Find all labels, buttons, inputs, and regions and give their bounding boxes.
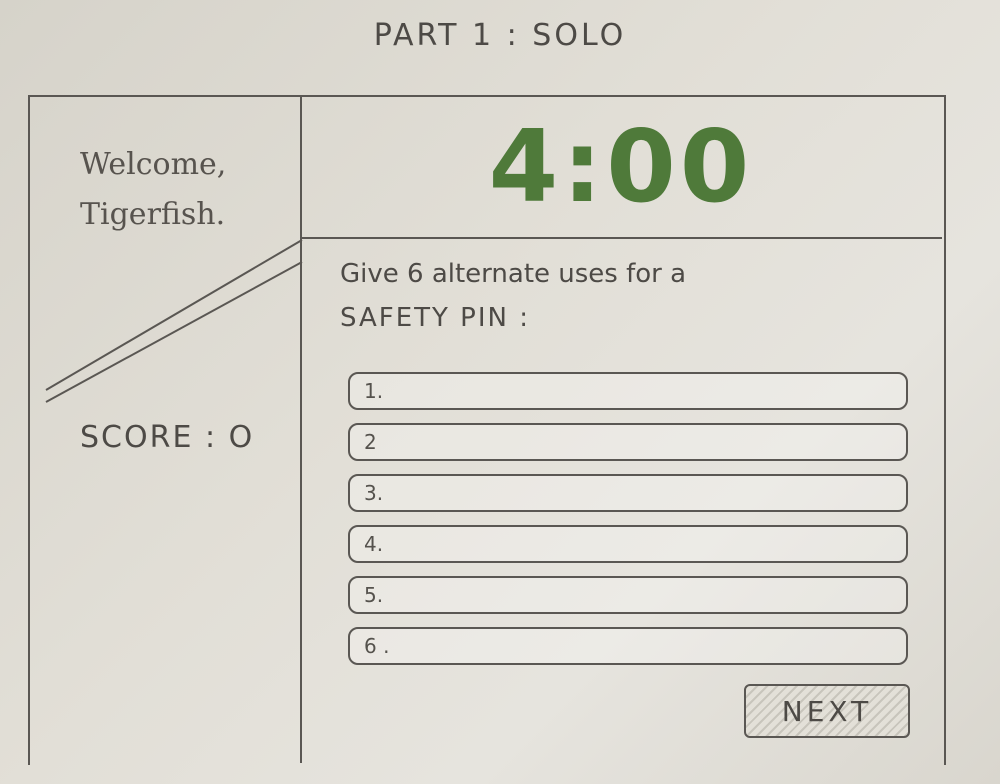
answer-field-3[interactable]: 3.: [348, 474, 908, 512]
question-prompt: Give 6 alternate uses for a SAFETY PIN :: [340, 252, 920, 340]
answer-field-6[interactable]: 6 .: [348, 627, 908, 665]
answer-label: 3.: [364, 481, 384, 505]
answer-label: 5.: [364, 583, 384, 607]
answer-label: 2: [364, 430, 377, 454]
welcome-message: Welcome, Tigerfish.: [80, 140, 290, 240]
sidebar-divider: [45, 239, 303, 403]
next-button[interactable]: NEXT: [744, 684, 910, 738]
answer-field-5[interactable]: 5.: [348, 576, 908, 614]
answer-label: 6 .: [364, 634, 390, 658]
welcome-greeting: Welcome,: [80, 147, 227, 182]
answer-field-4[interactable]: 4.: [348, 525, 908, 563]
timer-panel: 4:00: [300, 95, 942, 239]
question-text: Give 6 alternate uses for a: [340, 259, 687, 289]
answer-list: 1. 2 3. 4. 5. 6 .: [348, 372, 908, 678]
countdown-timer: 4:00: [488, 107, 754, 225]
answer-field-1[interactable]: 1.: [348, 372, 908, 410]
answer-label: 4.: [364, 532, 384, 556]
answer-field-2[interactable]: 2: [348, 423, 908, 461]
score-display: SCORE : O: [80, 420, 255, 455]
question-subject: SAFETY PIN :: [340, 303, 531, 333]
answer-label: 1.: [364, 379, 384, 403]
page-title: PART 1 : SOLO: [373, 18, 627, 53]
